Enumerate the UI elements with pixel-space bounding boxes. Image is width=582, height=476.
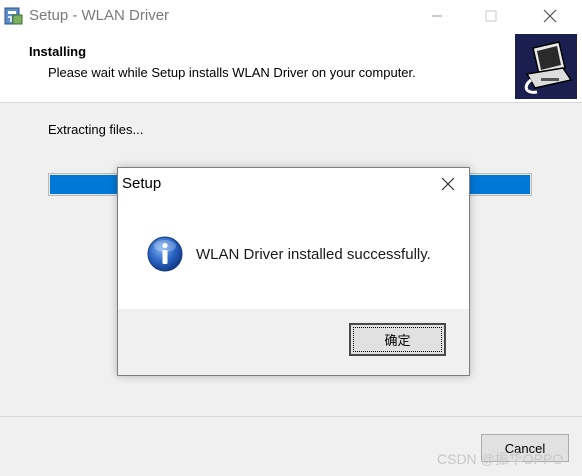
wizard-computer-icon bbox=[515, 34, 577, 99]
close-button[interactable] bbox=[527, 0, 573, 32]
watermark: CSDN @振华OPPO bbox=[437, 451, 564, 467]
wizard-header: Installing Please wait while Setup insta… bbox=[0, 32, 582, 103]
status-text: Extracting files... bbox=[48, 122, 144, 137]
page-subtitle: Please wait while Setup installs WLAN Dr… bbox=[48, 65, 416, 80]
maximize-icon bbox=[485, 10, 497, 22]
minimize-button[interactable] bbox=[414, 0, 460, 32]
dialog-close-button[interactable] bbox=[433, 172, 463, 196]
setup-message-dialog: Setup WLAN Driver installed successfully… bbox=[117, 167, 470, 376]
ok-button[interactable]: 确定 bbox=[349, 323, 446, 356]
focus-outline bbox=[353, 327, 442, 352]
close-icon bbox=[543, 9, 557, 23]
page-title: Installing bbox=[29, 44, 87, 59]
window-title: Setup - WLAN Driver bbox=[29, 7, 170, 24]
minimize-icon bbox=[432, 15, 442, 17]
close-icon bbox=[441, 177, 455, 191]
dialog-message: WLAN Driver installed successfully. bbox=[196, 246, 431, 263]
info-icon bbox=[147, 236, 183, 272]
title-bar[interactable]: Setup - WLAN Driver bbox=[0, 0, 582, 32]
setup-app-icon bbox=[4, 7, 23, 25]
footer-divider bbox=[0, 416, 582, 417]
dialog-footer: 确定 bbox=[118, 309, 469, 375]
maximize-button[interactable] bbox=[468, 0, 514, 32]
dialog-title: Setup bbox=[122, 175, 162, 192]
